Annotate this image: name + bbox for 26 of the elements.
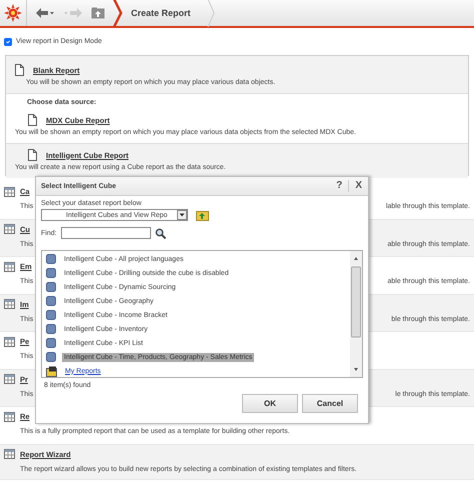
template-icon bbox=[4, 186, 15, 196]
template-icon bbox=[4, 299, 15, 309]
template-icon bbox=[4, 224, 15, 234]
breadcrumb-item[interactable]: Create Report bbox=[131, 8, 191, 18]
search-icon[interactable] bbox=[154, 228, 166, 238]
ok-button[interactable]: OK bbox=[242, 394, 298, 413]
logo-icon[interactable] bbox=[4, 4, 22, 22]
template-icon bbox=[4, 449, 15, 459]
document-icon bbox=[27, 149, 38, 161]
find-field[interactable] bbox=[60, 227, 151, 239]
template-icon bbox=[4, 374, 15, 384]
design-mode-checkbox[interactable] bbox=[4, 38, 12, 46]
breadcrumb-end-icon bbox=[206, 0, 215, 27]
scrollbar[interactable] bbox=[350, 251, 362, 377]
document-icon bbox=[27, 114, 38, 126]
template-icon bbox=[4, 336, 15, 346]
folder-up-icon[interactable] bbox=[91, 7, 105, 19]
back-icon[interactable] bbox=[35, 7, 55, 19]
help-button[interactable]: ? bbox=[330, 180, 348, 192]
template-icon bbox=[4, 412, 15, 422]
template-icon bbox=[4, 262, 15, 272]
folder-icon bbox=[46, 366, 57, 376]
document-icon bbox=[14, 64, 25, 76]
folder-up-icon[interactable] bbox=[196, 209, 209, 221]
close-button[interactable]: X bbox=[348, 180, 368, 192]
cancel-button[interactable]: Cancel bbox=[302, 394, 358, 413]
